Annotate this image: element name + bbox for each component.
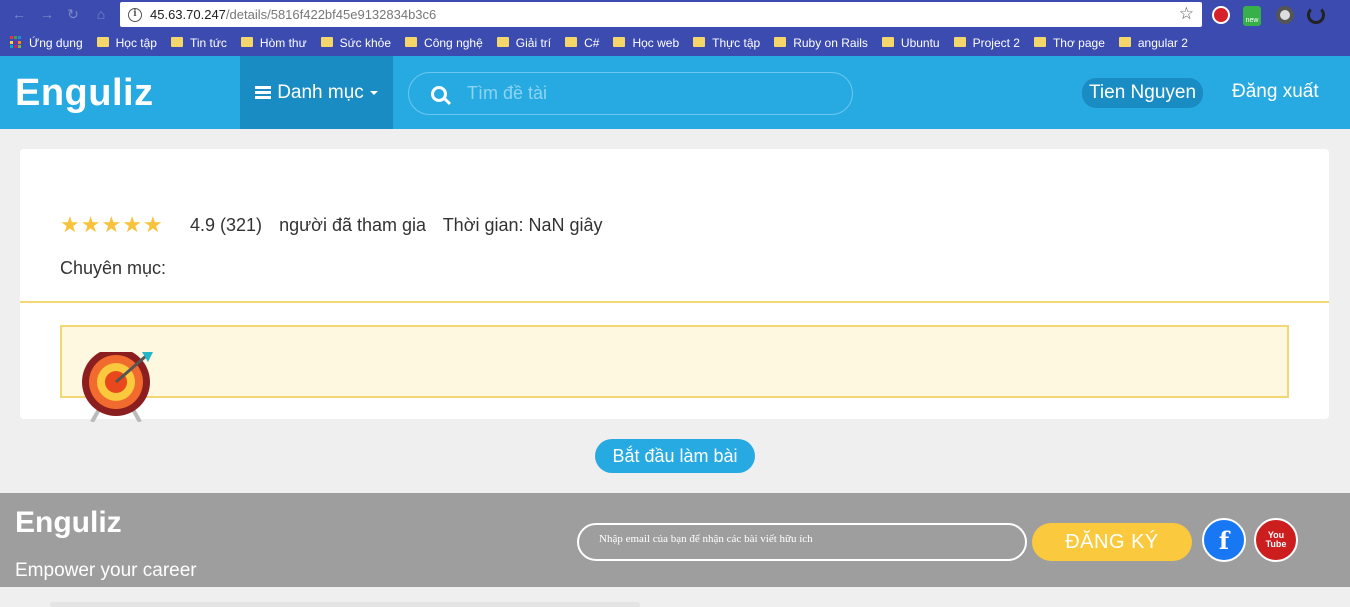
start-quiz-button[interactable]: Bắt đầu làm bài bbox=[595, 439, 755, 473]
scrollbar-shadow bbox=[50, 602, 640, 607]
adblock-extension-icon[interactable] bbox=[1212, 6, 1230, 24]
participants-label: người đã tham gia bbox=[279, 215, 426, 235]
caret-down-icon bbox=[369, 90, 378, 95]
bookmark-item[interactable]: Ruby on Rails bbox=[774, 36, 868, 50]
youtube-icon[interactable]: You Tube bbox=[1254, 518, 1298, 562]
app-header: Enguliz Danh mục Tien Nguyen Đăng xuất bbox=[0, 56, 1350, 129]
address-bar[interactable]: i 45.63.70.247/details/5816f422bf45e9132… bbox=[120, 2, 1202, 27]
rating-text: 4.9 (321) bbox=[190, 215, 263, 235]
home-icon[interactable]: ⌂ bbox=[92, 6, 110, 22]
ext-badge: new bbox=[1245, 17, 1259, 24]
bookmark-item[interactable]: Ubuntu bbox=[881, 35, 940, 50]
footer-tagline: Empower your career bbox=[15, 560, 197, 581]
topic-meta: 4.9 (321) người đã tham gia Thời gian: N… bbox=[190, 215, 615, 236]
extension-circle-icon[interactable] bbox=[1276, 6, 1294, 24]
bookmark-item[interactable]: Sức khỏe bbox=[320, 35, 392, 50]
folder-icon bbox=[170, 36, 183, 47]
bookmark-label: Project 2 bbox=[972, 35, 1020, 50]
extension-spinner-icon[interactable] bbox=[1307, 6, 1325, 24]
time-label: Thời gian: NaN giây bbox=[442, 215, 603, 235]
url-host: 45.63.70.247 bbox=[150, 7, 226, 22]
star-icon: ★ bbox=[80, 212, 101, 237]
folder-icon bbox=[881, 36, 894, 47]
bookmark-item[interactable]: Project 2 bbox=[953, 35, 1020, 50]
back-icon[interactable]: ← bbox=[10, 6, 28, 22]
folder-icon bbox=[1033, 36, 1046, 47]
category-menu-label: Danh mục bbox=[277, 81, 364, 103]
bookmark-label: Thực tập bbox=[712, 35, 761, 50]
category-menu-button[interactable]: Danh mục bbox=[240, 56, 393, 129]
newsletter-email-field[interactable] bbox=[577, 523, 1027, 561]
star-icon: ★ bbox=[60, 212, 80, 237]
folder-icon bbox=[774, 36, 787, 47]
bookmark-label: Ứng dụng bbox=[29, 35, 83, 50]
bookmark-label: Thơ page bbox=[1052, 35, 1105, 50]
bookmark-item[interactable]: Công nghệ bbox=[405, 36, 483, 50]
bookmark-item[interactable]: Giải trí bbox=[496, 35, 552, 50]
bookmark-label: Ruby on Rails bbox=[793, 35, 868, 50]
bookmark-item[interactable]: Thơ page bbox=[1033, 35, 1105, 50]
bookmark-item[interactable]: C# bbox=[565, 36, 599, 50]
bookmark-label: angular 2 bbox=[1137, 35, 1188, 50]
bookmark-label: Học tập bbox=[115, 35, 157, 50]
site-footer: Enguliz Empower your career ĐĂNG KÝ f Yo… bbox=[0, 493, 1350, 587]
hamburger-icon bbox=[255, 84, 272, 101]
apps-grid-icon bbox=[10, 36, 23, 49]
search-input[interactable] bbox=[467, 83, 827, 104]
bookmark-item[interactable]: Hòm thư bbox=[240, 35, 307, 50]
category-label: Chuyên mục: bbox=[60, 258, 167, 278]
bookmark-item[interactable]: Tin tức bbox=[170, 35, 227, 50]
bookmark-label: Học web bbox=[632, 35, 680, 50]
reload-icon[interactable]: ↻ bbox=[64, 6, 82, 22]
section-divider bbox=[20, 301, 1329, 303]
bookmark-star-icon[interactable]: ☆ bbox=[1179, 4, 1194, 24]
folder-icon bbox=[240, 36, 253, 47]
folder-icon bbox=[613, 36, 626, 47]
bookmark-label: Công nghệ bbox=[424, 35, 483, 50]
newsletter-email-input[interactable] bbox=[599, 533, 1019, 545]
site-logo[interactable]: Enguliz bbox=[15, 72, 154, 115]
subscribe-button[interactable]: ĐĂNG KÝ bbox=[1032, 523, 1192, 561]
info-icon[interactable]: i bbox=[128, 7, 142, 22]
browser-toolbar: ← → ↻ ⌂ i 45.63.70.247/details/5816f422b… bbox=[0, 0, 1350, 29]
folder-icon bbox=[953, 36, 966, 47]
bookmark-item[interactable]: Học tập bbox=[96, 35, 157, 50]
folder-icon bbox=[565, 36, 578, 47]
folder-icon bbox=[96, 36, 109, 47]
bookmark-apps[interactable]: Ứng dụng bbox=[10, 36, 83, 50]
bookmark-label: Sức khỏe bbox=[339, 35, 392, 50]
bookmark-item[interactable]: angular 2 bbox=[1118, 35, 1188, 50]
user-name-button[interactable]: Tien Nguyen bbox=[1082, 78, 1204, 108]
folder-icon bbox=[405, 36, 418, 47]
search-box[interactable] bbox=[408, 72, 853, 115]
star-icon: ★ bbox=[101, 212, 122, 237]
bookmark-label: Hòm thư bbox=[259, 35, 307, 50]
bookmark-label: C# bbox=[584, 35, 600, 50]
youtube-icon-text: You Tube bbox=[1265, 530, 1287, 549]
bookmark-item[interactable]: Học web bbox=[613, 36, 679, 50]
folder-icon bbox=[496, 36, 509, 47]
goal-box bbox=[60, 325, 1289, 398]
folder-icon bbox=[320, 36, 333, 47]
folder-icon bbox=[693, 36, 706, 47]
rating-stars: ★ ★ ★ ★ ★ bbox=[60, 212, 164, 237]
logout-link[interactable]: Đăng xuất bbox=[1232, 81, 1319, 103]
new-extension-icon[interactable]: new bbox=[1243, 6, 1261, 26]
star-icon: ★ bbox=[122, 212, 142, 237]
footer-logo[interactable]: Enguliz bbox=[15, 506, 122, 540]
bookmarks-bar: Ứng dụng Học tập Tin tức Hòm thư Sức khỏe Côn… bbox=[0, 29, 1350, 56]
facebook-icon[interactable]: f bbox=[1202, 518, 1246, 562]
target-icon bbox=[82, 352, 153, 422]
topic-details-card: ★ ★ ★ ★ ★ 4.9 (321) người đã tham gia Thời g… bbox=[20, 149, 1329, 422]
bookmark-label: Ubuntu bbox=[900, 35, 940, 50]
folder-icon bbox=[1118, 36, 1131, 47]
forward-icon[interactable]: → bbox=[38, 6, 56, 22]
bookmark-label: Giải trí bbox=[515, 35, 552, 50]
bookmark-item[interactable]: Thực tập bbox=[693, 36, 760, 50]
star-icon: ★ bbox=[142, 212, 163, 237]
bookmark-label: Tin tức bbox=[189, 35, 227, 50]
search-icon[interactable] bbox=[431, 85, 447, 102]
url-path: /details/5816f422bf45e9132834b3c6 bbox=[225, 7, 437, 22]
